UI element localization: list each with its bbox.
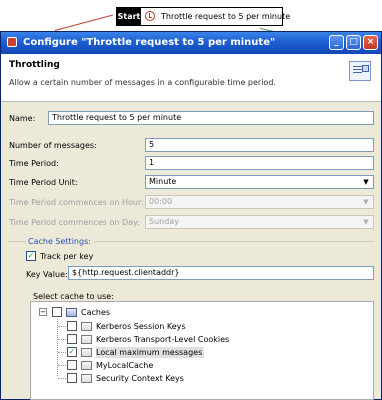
cache-icon: [81, 374, 92, 383]
tree-guide-line: [57, 319, 58, 376]
filter-settings-icon: [349, 61, 371, 81]
time-unit-label: Time Period Unit:: [9, 178, 78, 187]
commence-hour-select: 00:00 ▼: [145, 195, 374, 209]
chevron-down-icon: ▼: [363, 218, 369, 226]
tree-root-label: Caches: [81, 308, 111, 317]
close-button[interactable]: ×: [363, 35, 378, 50]
close-icon: ×: [366, 37, 375, 47]
maximize-icon: □: [349, 37, 358, 47]
name-label: Name:: [9, 114, 36, 123]
minimize-icon: _: [334, 37, 339, 47]
tree-item-label[interactable]: Local maximum messages: [96, 347, 205, 358]
policy-canvas: Start Throttle request to 5 per minute: [0, 0, 382, 40]
throttle-node[interactable]: Start Throttle request to 5 per minute: [116, 7, 290, 26]
collapse-toggle-icon[interactable]: −: [39, 308, 47, 316]
commence-day-value: Sunday: [149, 217, 179, 226]
time-period-input[interactable]: 1: [145, 156, 374, 170]
tree-guide-line: [58, 326, 66, 327]
header-panel: Throttling Allow a certain number of mes…: [1, 54, 381, 102]
title-bar[interactable]: Configure "Throttle request to 5 per min…: [1, 32, 381, 55]
commence-day-label: Time Period commences on Day:: [9, 218, 140, 227]
minimize-button[interactable]: _: [329, 35, 344, 50]
cache-icon: [81, 348, 92, 357]
maximize-button[interactable]: □: [346, 35, 361, 50]
section-title: Throttling: [9, 60, 60, 70]
time-unit-value: Minute: [149, 177, 177, 186]
throttle-icon: [145, 11, 155, 21]
messages-input[interactable]: 5: [145, 138, 374, 152]
time-period-label: Time Period:: [9, 159, 59, 168]
tree-item-checkbox[interactable]: [67, 321, 77, 331]
commence-hour-value: 00:00: [149, 197, 173, 206]
tree-guide-line: [58, 352, 66, 353]
track-per-key-label: Track per key: [40, 252, 94, 261]
tree-guide-line: [58, 365, 66, 366]
messages-label: Number of messages:: [9, 141, 97, 150]
tree-guide-line: [58, 339, 66, 340]
chevron-down-icon[interactable]: ▼: [360, 177, 372, 187]
tree-item-label[interactable]: Security Context Keys: [96, 373, 184, 384]
commence-hour-label: Time Period commences on Hour:: [9, 198, 144, 207]
key-value-label: Key Value:: [26, 270, 68, 279]
key-value-input[interactable]: ${http.request.clientaddr}: [68, 266, 374, 280]
track-per-key-checkbox[interactable]: ✓: [26, 251, 36, 261]
tree-guide-line: [58, 378, 66, 379]
tree-item-checkbox[interactable]: [67, 334, 77, 344]
tree-item-checkbox[interactable]: ✓: [67, 347, 77, 357]
tree-root-checkbox[interactable]: [52, 307, 62, 317]
cache-settings-title: Cache Settings:: [26, 237, 93, 246]
app-icon: [7, 37, 17, 47]
section-description: Allow a certain number of messages in a …: [9, 78, 276, 87]
name-input[interactable]: Throttle request to 5 per minute: [48, 111, 374, 125]
start-badge: Start: [117, 8, 141, 25]
tree-item-checkbox[interactable]: [67, 373, 77, 383]
tree-item-label[interactable]: MyLocalCache: [96, 360, 153, 371]
tree-item-label[interactable]: Kerberos Transport-Level Cookies: [96, 334, 229, 345]
tree-item-label[interactable]: Kerberos Session Keys: [96, 321, 186, 332]
chevron-down-icon: ▼: [363, 198, 369, 206]
cache-tree[interactable]: − Caches Kerberos Session Keys Kerberos …: [30, 301, 374, 400]
connector-line: [54, 14, 114, 31]
cache-folder-icon: [66, 308, 77, 317]
cache-icon: [81, 322, 92, 331]
node-label: Throttle request to 5 per minute: [161, 12, 291, 21]
cache-icon: [81, 361, 92, 370]
tree-item-checkbox[interactable]: [67, 360, 77, 370]
window-title: Configure "Throttle request to 5 per min…: [23, 37, 276, 48]
select-cache-label: Select cache to use:: [33, 292, 114, 301]
commence-day-select: Sunday ▼: [145, 215, 374, 229]
cache-icon: [81, 335, 92, 344]
time-unit-select[interactable]: Minute ▼: [145, 175, 374, 189]
